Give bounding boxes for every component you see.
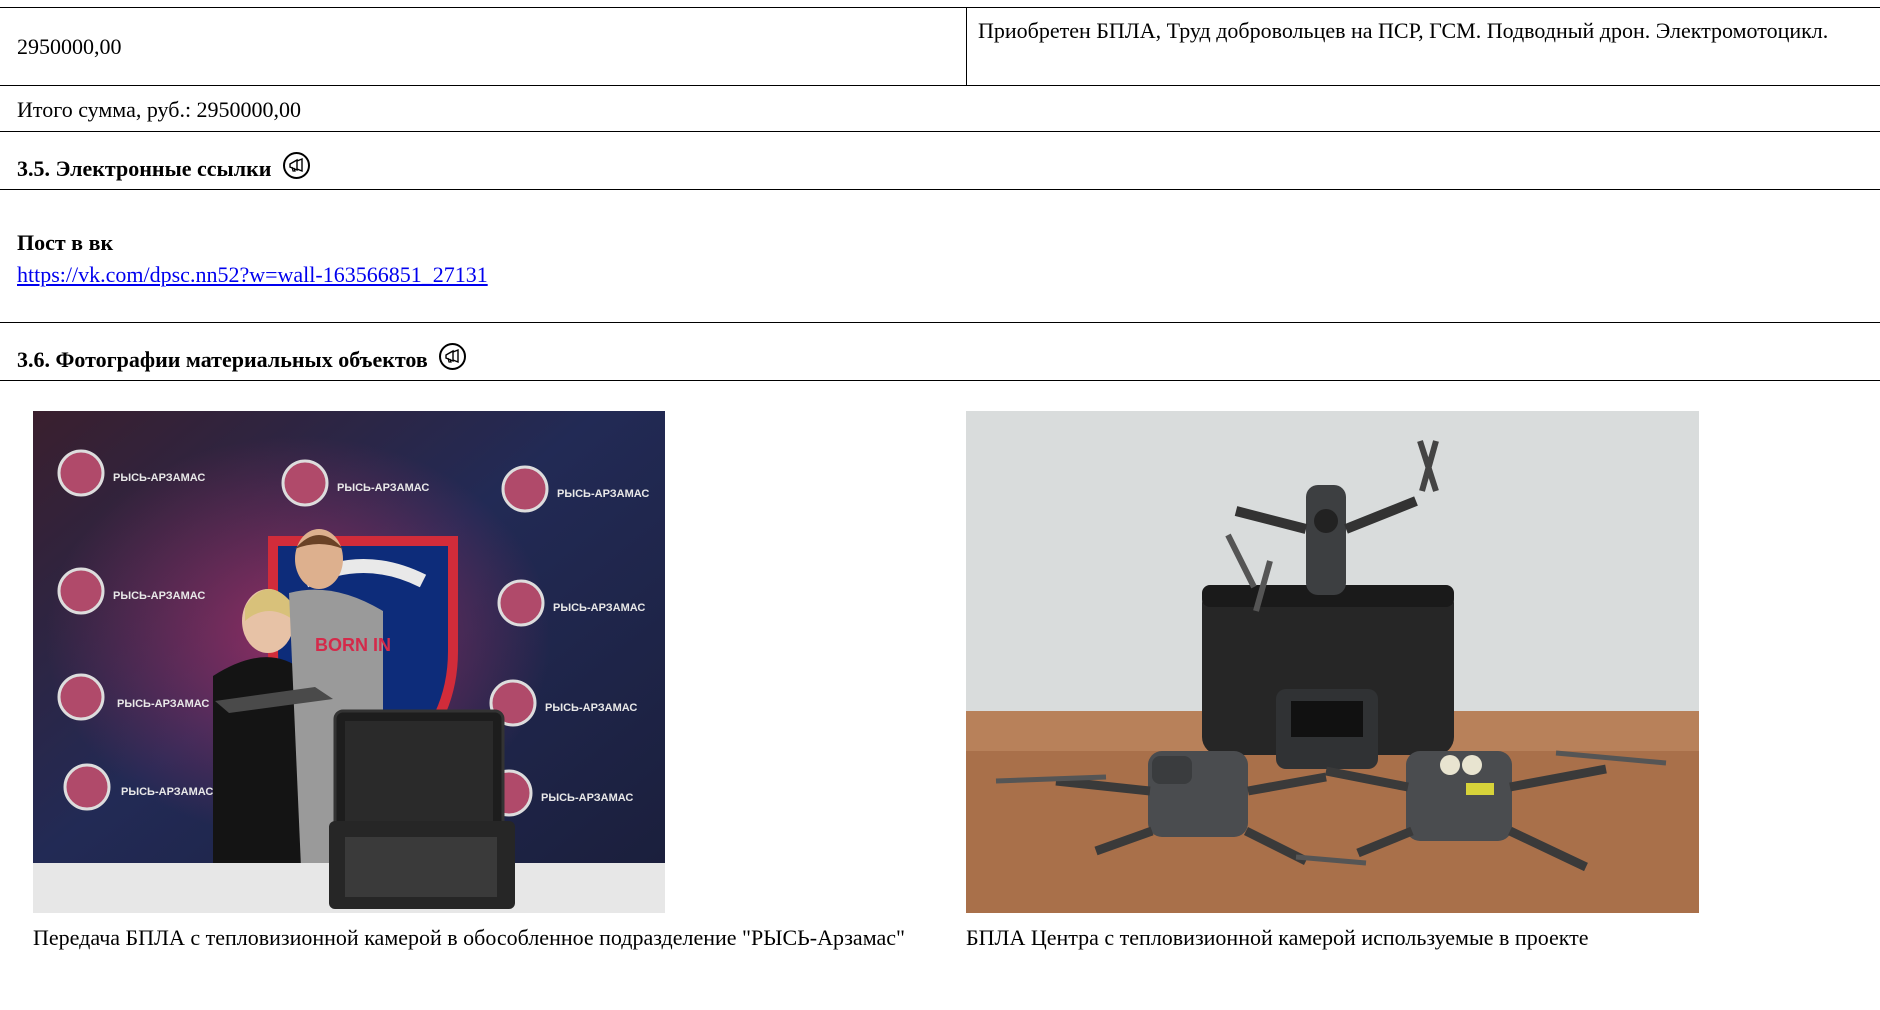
photos-section-body: РЫСЬ-АРЗАМАС РЫСЬ-АРЗАМАС РЫСЬ-АРЗАМАС Р… <box>0 380 1880 1010</box>
photo-drones[interactable] <box>966 411 1699 913</box>
section-title: 3.5. Электронные ссылки <box>17 156 272 181</box>
vk-post-link[interactable]: https://vk.com/dpsc.nn52?w=wall-16356685… <box>17 262 488 288</box>
total-row: Итого сумма, руб.: 2950000,00 <box>0 85 1880 131</box>
photos-section-title-wrap: 3.6. Фотографии материальных объектов <box>17 343 467 373</box>
banner-text: РЫСЬ-АРЗАМАС <box>557 488 649 500</box>
banner-text: РЫСЬ-АРЗАМАС <box>113 590 205 602</box>
cell-divider <box>966 8 967 86</box>
banner-text: РЫСЬ-АРЗАМАС <box>541 792 633 804</box>
banner-text: РЫСЬ-АРЗАМАС <box>545 702 637 714</box>
link-title: Пост в вк <box>17 230 114 255</box>
total-text: Итого сумма, руб.: 2950000,00 <box>17 97 302 122</box>
banner-text: РЫСЬ-АРЗАМАС <box>337 482 429 494</box>
banner-text: РЫСЬ-АРЗАМАС <box>113 472 205 484</box>
photo-caption: Передача БПЛА с тепловизионной камерой в… <box>33 925 905 950</box>
links-section-header: 3.5. Электронные ссылки <box>0 131 1880 189</box>
photos-section-header: 3.6. Фотографии материальных объектов <box>0 322 1880 380</box>
links-section-body: Пост в вк https://vk.com/dpsc.nn52?w=wal… <box>0 189 1880 322</box>
description-cell: Приобретен БПЛА, Труд добровольцев на ПС… <box>978 18 1829 43</box>
banner-text: РЫСЬ-АРЗАМАС <box>121 786 213 798</box>
links-section-title-wrap: 3.5. Электронные ссылки <box>17 152 310 182</box>
finance-row: 2950000,00 Приобретен БПЛА, Труд доброво… <box>0 7 1880 86</box>
svg-text:BORN IN: BORN IN <box>315 635 391 655</box>
megaphone-icon <box>439 343 467 370</box>
section-title: 3.6. Фотографии материальных объектов <box>17 347 428 372</box>
banner-text: РЫСЬ-АРЗАМАС <box>553 602 645 614</box>
photo-handover[interactable]: РЫСЬ-АРЗАМАС РЫСЬ-АРЗАМАС РЫСЬ-АРЗАМАС Р… <box>33 411 665 913</box>
megaphone-icon <box>282 152 310 179</box>
amount-cell: 2950000,00 <box>17 34 122 59</box>
photo-caption: БПЛА Центра с тепловизионной камерой исп… <box>966 925 1589 950</box>
banner-text: РЫСЬ-АРЗАМАС <box>117 698 209 710</box>
